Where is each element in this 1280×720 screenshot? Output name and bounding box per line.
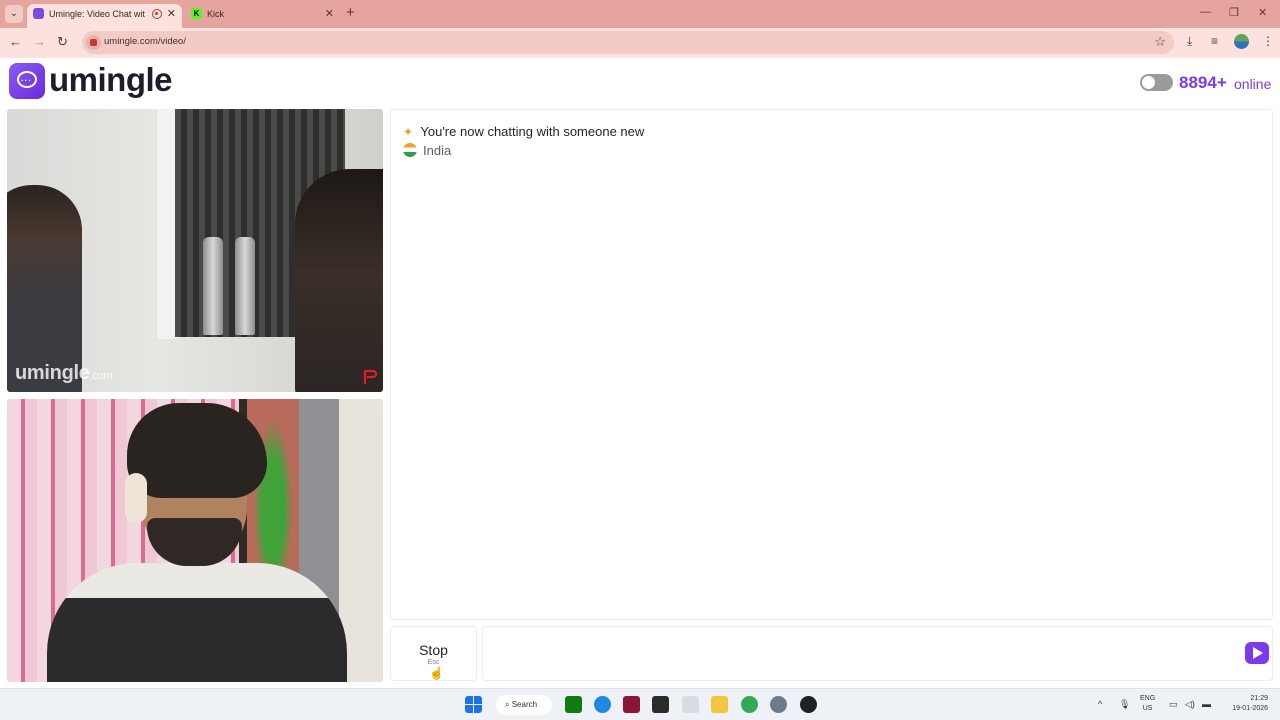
tab-title: Umingle: Video Chat with S [49,9,145,19]
hand-cursor-icon: ☝ [429,666,444,680]
browser-toolbar: ← → ↻ umingle.com/video/ ☆ ⤓ ≡ ⋮ [0,28,1280,58]
forward-icon[interactable]: → [33,34,46,49]
epic-games-icon[interactable] [652,696,669,713]
address-url: umingle.com/video/ [104,36,186,47]
stranger-person-right [295,169,383,392]
windows-taskbar: ⌕ Search ^ 🎙 ENG US ▭ ◁) ▬ 21:29 19-01-2… [0,688,1280,720]
address-bar[interactable]: umingle.com/video/ ☆ [82,31,1174,54]
restore-icon[interactable]: ❐ [1229,6,1239,19]
stop-shortcut-hint: Esc [427,659,440,666]
hair [127,403,267,498]
recorder-icon[interactable] [800,696,817,713]
country-line: India [403,143,451,158]
status-text: You're now chatting with someone new [420,124,645,139]
volume-icon[interactable]: ◁) [1185,699,1195,710]
bottle [235,237,255,335]
lang-bottom: US [1142,705,1153,712]
app-icon[interactable] [623,696,640,713]
logo-text[interactable]: umingle [49,61,173,99]
send-button[interactable] [1245,642,1269,664]
headphone [125,473,147,523]
chat-log: ✦ You're now chatting with someone new I… [390,109,1273,620]
country-text: India [423,143,452,158]
report-flag-icon[interactable] [362,369,378,385]
self-video [7,399,383,682]
umingle-watermark: umingle.com [15,362,113,385]
umingle-logo-icon[interactable]: ··· [9,63,45,99]
browser-menu-icon[interactable]: ⋮ [1262,34,1274,48]
start-windows-icon[interactable] [465,696,482,713]
online-label: online [1234,76,1272,92]
tab-umingle[interactable]: Umingle: Video Chat with S ✕ [27,4,182,28]
profile-avatar[interactable] [1234,34,1249,49]
battery-icon[interactable]: ▬ [1202,699,1211,709]
notepad-icon[interactable] [682,696,699,713]
xbox-icon[interactable] [565,696,582,713]
minimize-icon[interactable]: — [1200,6,1211,18]
chat-dots-icon: ··· [21,76,32,85]
status-message: ✦ You're now chatting with someone new [403,124,644,139]
shirt [47,563,347,682]
settings-gear-icon[interactable] [770,696,787,713]
watermark-text: umingle [15,362,90,384]
umingle-favicon-icon [33,8,44,19]
media-control-icon[interactable]: ≡ [1211,34,1218,48]
stranger-person-left [7,185,82,392]
kick-favicon-icon: K [191,8,202,19]
clock-time: 21:29 [1250,695,1268,702]
taskbar-search-label: Search [511,700,538,709]
edge-icon[interactable] [594,696,611,713]
india-flag-icon [403,143,417,157]
sparkles-icon: ✦ [403,125,414,139]
browser-tab-strip: ⌄ Umingle: Video Chat with S ✕ K Kick ✕ … [0,0,1280,28]
file-explorer-icon[interactable] [711,696,728,713]
close-tab-icon[interactable]: ✕ [325,4,334,24]
tab-search-button[interactable]: ⌄ [5,5,23,23]
stranger-video: umingle.com [7,109,383,392]
input-language[interactable]: ENG US [1140,694,1155,714]
beard [147,518,242,566]
stop-label: Stop [419,642,448,658]
close-window-icon[interactable]: ✕ [1258,6,1267,19]
back-icon[interactable]: ← [9,34,22,49]
watermark-suffix: .com [89,370,113,382]
window-frame [157,109,177,339]
taskbar-search[interactable]: ⌕ Search [496,695,552,715]
bottle [203,237,223,335]
close-tab-icon[interactable]: ✕ [167,4,176,24]
reload-icon[interactable]: ↻ [57,34,68,50]
site-info-icon[interactable] [86,35,101,50]
bookmark-star-icon[interactable]: ☆ [1154,34,1166,50]
self-person [47,403,347,682]
lang-top: ENG [1140,695,1156,702]
network-icon[interactable]: ▭ [1169,699,1178,710]
toggle-knob [1142,76,1155,89]
clock-date: 19-01-2026 [1232,705,1268,712]
chrome-icon[interactable] [741,696,758,713]
tab-title: Kick [207,9,225,19]
download-icon[interactable]: ⤓ [1187,34,1192,49]
online-count: 8894+ [1179,73,1227,92]
microphone-icon[interactable]: 🎙 [1119,699,1130,710]
system-clock[interactable]: 21:29 19-01-2026 [1222,694,1268,714]
tab-kick[interactable]: K Kick ✕ [185,4,340,28]
recording-icon [152,9,162,19]
message-input[interactable] [482,626,1273,681]
tray-chevron-icon[interactable]: ^ [1098,699,1102,709]
theme-toggle[interactable] [1140,74,1173,91]
new-tab-icon[interactable]: + [346,4,355,22]
